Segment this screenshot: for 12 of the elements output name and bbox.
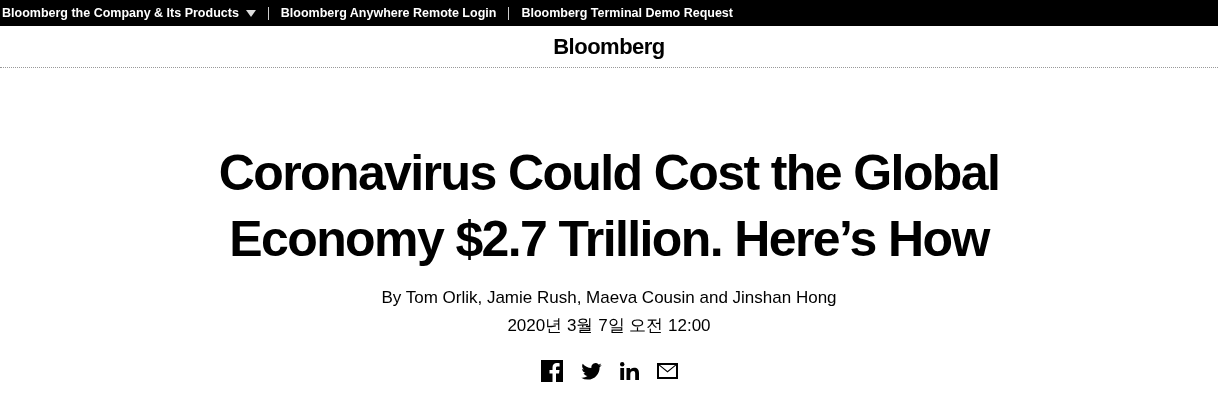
byline: By Tom Orlik, Jamie Rush, Maeva Cousin and Jinshan Hong: [381, 287, 837, 309]
nav-link[interactable]: Bloomberg Anywhere Remote Login: [280, 6, 497, 20]
headline: Coronavirus Could Cost the Global Economy $2.7 Trillion. Here’s How: [217, 144, 1001, 269]
facebook-icon[interactable]: [540, 360, 563, 382]
nav-link[interactable]: Bloomberg Terminal Demo Request: [521, 6, 733, 20]
email-icon[interactable]: [656, 363, 678, 379]
bird-icon[interactable]: [580, 362, 602, 380]
linkedin-icon[interactable]: [619, 362, 639, 380]
nav-link[interactable]: Bloomberg the Company & Its Products: [2, 6, 239, 20]
caret-icon[interactable]: [245, 9, 256, 17]
logo[interactable]: Bloomberg: [553, 33, 665, 60]
publish-date: 2020년 3월 7일 오전 12:00: [507, 315, 711, 337]
